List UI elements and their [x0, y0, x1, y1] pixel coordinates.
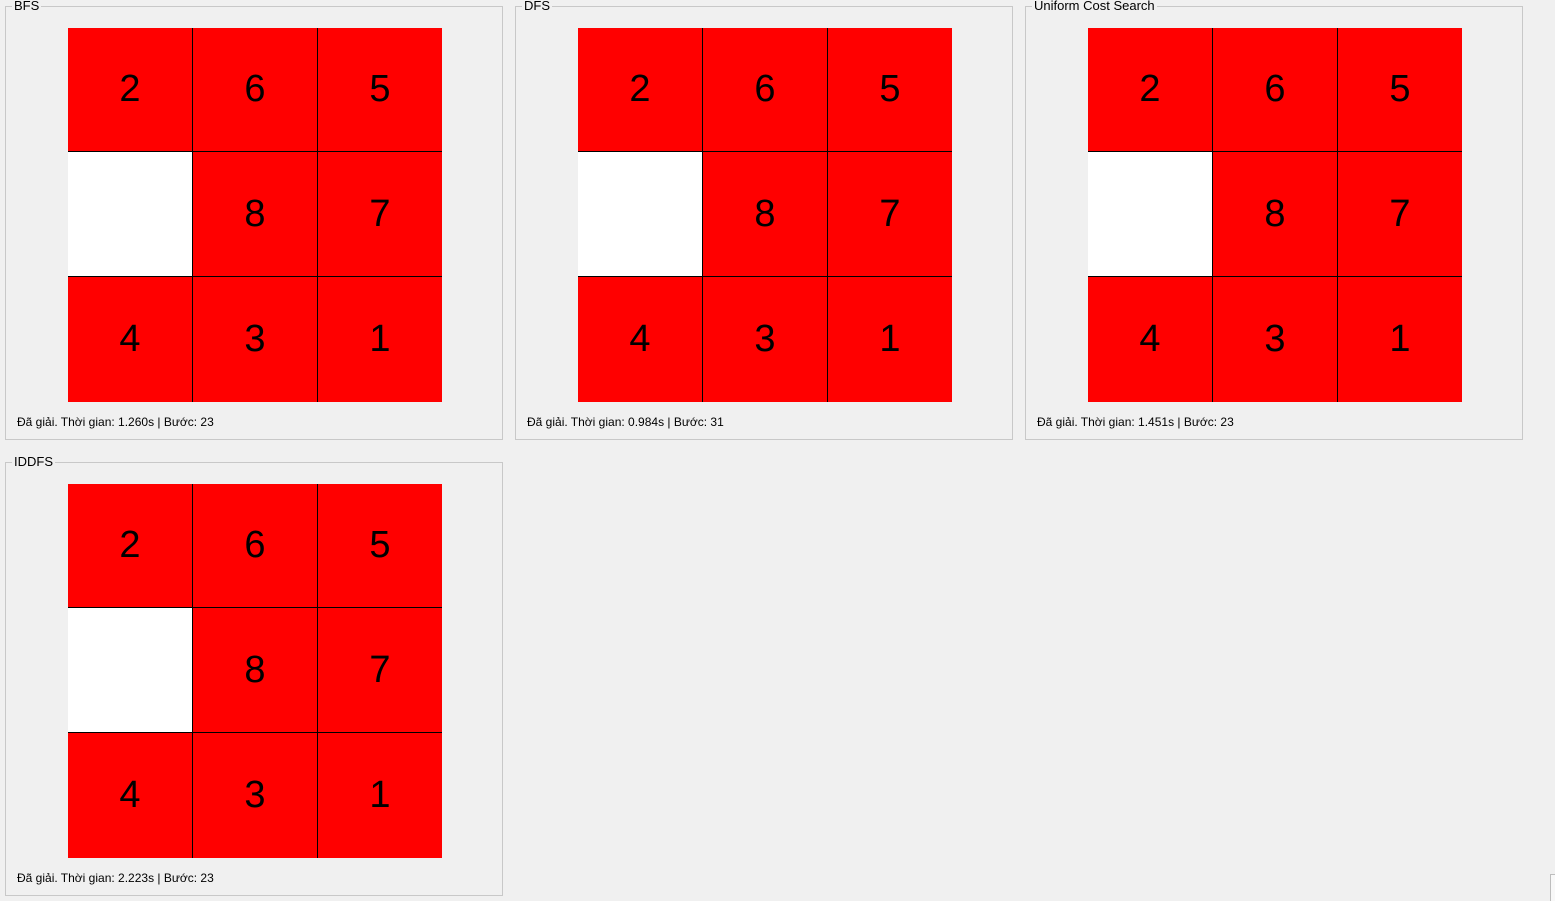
tile[interactable]: 2 [68, 28, 193, 152]
tile[interactable]: 3 [193, 277, 318, 402]
tile[interactable]: 3 [193, 733, 318, 858]
panel-title: DFS [522, 0, 552, 14]
tile[interactable]: 5 [828, 28, 952, 152]
tile[interactable]: 3 [1213, 277, 1338, 402]
status-label: Đã giải. Thời gian: 2.223s | Bước: 23 [17, 871, 214, 885]
tile[interactable]: 7 [318, 152, 442, 277]
puzzle-board: 2 6 5 8 7 4 3 1 [578, 28, 952, 402]
tile[interactable]: 6 [1213, 28, 1338, 152]
tile[interactable]: 2 [578, 28, 703, 152]
blank-tile[interactable] [68, 152, 193, 277]
tile[interactable]: 6 [703, 28, 828, 152]
status-label: Đã giải. Thời gian: 1.451s | Bước: 23 [1037, 415, 1234, 429]
tile[interactable]: 5 [318, 484, 442, 608]
puzzle-board: 2 6 5 8 7 4 3 1 [1088, 28, 1462, 402]
tile[interactable]: 8 [193, 152, 318, 277]
panel-uniform-cost-search: Uniform Cost Search 2 6 5 8 7 4 3 1 Đã g… [1025, 0, 1523, 440]
resize-grip[interactable] [1550, 874, 1555, 901]
tile[interactable]: 6 [193, 28, 318, 152]
tile[interactable]: 8 [703, 152, 828, 277]
tile[interactable]: 1 [1338, 277, 1462, 402]
tile[interactable]: 1 [828, 277, 952, 402]
tile[interactable]: 3 [703, 277, 828, 402]
tile[interactable]: 7 [1338, 152, 1462, 277]
blank-tile[interactable] [68, 608, 193, 733]
blank-tile[interactable] [1088, 152, 1213, 277]
panel-bfs: BFS 2 6 5 8 7 4 3 1 Đã giải. Thời gian: … [5, 0, 503, 440]
puzzle-board: 2 6 5 8 7 4 3 1 [68, 484, 442, 858]
tile[interactable]: 6 [193, 484, 318, 608]
tile[interactable]: 4 [68, 277, 193, 402]
tile[interactable]: 4 [68, 733, 193, 858]
tile[interactable]: 2 [1088, 28, 1213, 152]
solver-window: BFS 2 6 5 8 7 4 3 1 Đã giải. Thời gian: … [0, 0, 1555, 901]
status-label: Đã giải. Thời gian: 0.984s | Bước: 31 [527, 415, 724, 429]
puzzle-board: 2 6 5 8 7 4 3 1 [68, 28, 442, 402]
blank-tile[interactable] [578, 152, 703, 277]
tile[interactable]: 8 [193, 608, 318, 733]
panel-title: Uniform Cost Search [1032, 0, 1157, 14]
panel-dfs: DFS 2 6 5 8 7 4 3 1 Đã giải. Thời gian: … [515, 0, 1013, 440]
tile[interactable]: 4 [578, 277, 703, 402]
tile[interactable]: 1 [318, 733, 442, 858]
panel-title: BFS [12, 0, 42, 14]
tile[interactable]: 4 [1088, 277, 1213, 402]
tile[interactable]: 7 [828, 152, 952, 277]
tile[interactable]: 7 [318, 608, 442, 733]
panel-iddfs: IDDFS 2 6 5 8 7 4 3 1 Đã giải. Thời gian… [5, 454, 503, 896]
tile[interactable]: 8 [1213, 152, 1338, 277]
tile[interactable]: 5 [1338, 28, 1462, 152]
tile[interactable]: 1 [318, 277, 442, 402]
panel-title: IDDFS [12, 454, 55, 470]
status-label: Đã giải. Thời gian: 1.260s | Bước: 23 [17, 415, 214, 429]
tile[interactable]: 5 [318, 28, 442, 152]
tile[interactable]: 2 [68, 484, 193, 608]
